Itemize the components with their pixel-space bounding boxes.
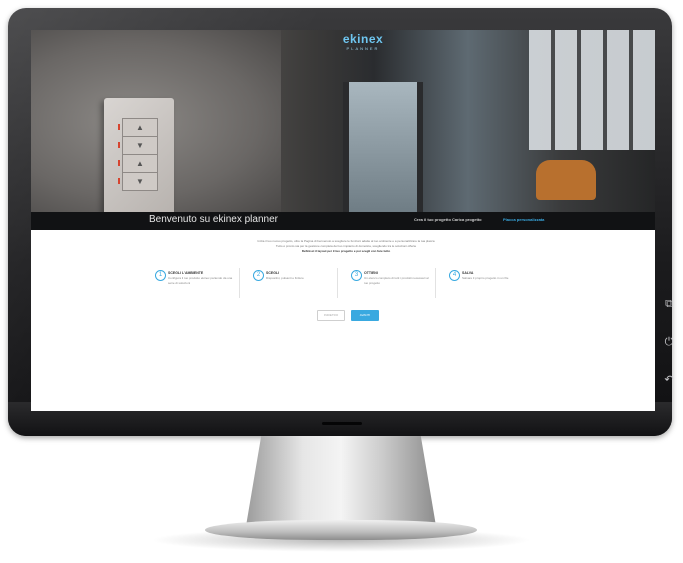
nav-load-project[interactable]: Carica progetto — [452, 217, 482, 222]
monitor-stand-neck — [246, 436, 436, 526]
switch-led — [118, 142, 120, 148]
screen: ▲ ▼ ▲ ▼ ekinex PLANNER Benvenuto su ekin… — [31, 30, 655, 411]
switch-key: ▲ — [122, 154, 158, 173]
switch-led — [118, 178, 120, 184]
step-text: Dispositivi, pulsanti e finiture — [266, 276, 304, 280]
monitor-stand-base — [205, 520, 477, 540]
back-button[interactable]: INDIETRO — [317, 310, 345, 321]
nav-create-project[interactable]: Crea il tuo progetto — [414, 217, 451, 222]
step-title: SCEGLI — [266, 271, 280, 275]
switch-led — [118, 124, 120, 130]
step-text: Salvare il proprio progetto in un file — [462, 276, 509, 280]
switch-key: ▼ — [122, 172, 158, 191]
step-title: SCEGLI L'AMBIENTE — [168, 271, 204, 275]
switch-key: ▼ — [122, 136, 158, 155]
step-card: 1 SCEGLI L'AMBIENTE Configura il tuo pro… — [151, 268, 240, 298]
nav-custom-plate[interactable]: Placca personalizzata — [503, 217, 544, 222]
step-card: 2 SCEGLI Dispositivi, pulsanti e finitur… — [249, 268, 338, 298]
step-card: 4 SALVA Salvare il proprio progetto in u… — [445, 268, 533, 298]
intro-line-bold: Definisci il layout per il tuo progetto … — [301, 249, 391, 253]
steps-row: 1 SCEGLI L'AMBIENTE Configura il tuo pro… — [151, 268, 541, 298]
brand-name: ekinex — [342, 32, 384, 46]
step-icon: 3 — [351, 270, 362, 281]
hero-window — [529, 30, 655, 150]
switch-key: ▲ — [122, 118, 158, 137]
intro-text: Inizia il tuo nuovo progetto, oltre la P… — [181, 239, 511, 254]
back-icon[interactable]: ↶ — [663, 374, 675, 386]
page-title: Benvenuto su ekinex planner — [149, 214, 278, 225]
monitor-logo-slot — [322, 422, 362, 425]
step-card: 3 OTTIENI Un elenco completo di tutti i … — [347, 268, 436, 298]
brand-logo[interactable]: ekinex PLANNER — [333, 32, 393, 51]
step-icon: 4 — [449, 270, 460, 281]
step-text: Un elenco completo di tutti i prodotti n… — [364, 276, 429, 285]
hero-glass-door — [343, 82, 423, 212]
step-icon: 2 — [253, 270, 264, 281]
brand-sub: PLANNER — [346, 46, 380, 51]
step-title: SALVA — [462, 271, 474, 275]
switch-led — [118, 160, 120, 166]
step-title: OTTIENI — [364, 271, 378, 275]
hero-chair — [536, 160, 596, 200]
side-menu-icon[interactable]: ⧉ — [663, 298, 675, 310]
hero-image: ▲ ▼ ▲ ▼ ekinex PLANNER — [31, 30, 655, 216]
title-bar: Benvenuto su ekinex planner Crea il tuo … — [31, 212, 655, 230]
step-icon: 1 — [155, 270, 166, 281]
step-text: Configura il tuo prodotto ekinex partend… — [168, 276, 233, 285]
switch-plate: ▲ ▼ ▲ ▼ — [104, 98, 174, 216]
next-button[interactable]: AVANTI — [351, 310, 379, 321]
power-icon[interactable]: ⏻ — [663, 336, 675, 348]
